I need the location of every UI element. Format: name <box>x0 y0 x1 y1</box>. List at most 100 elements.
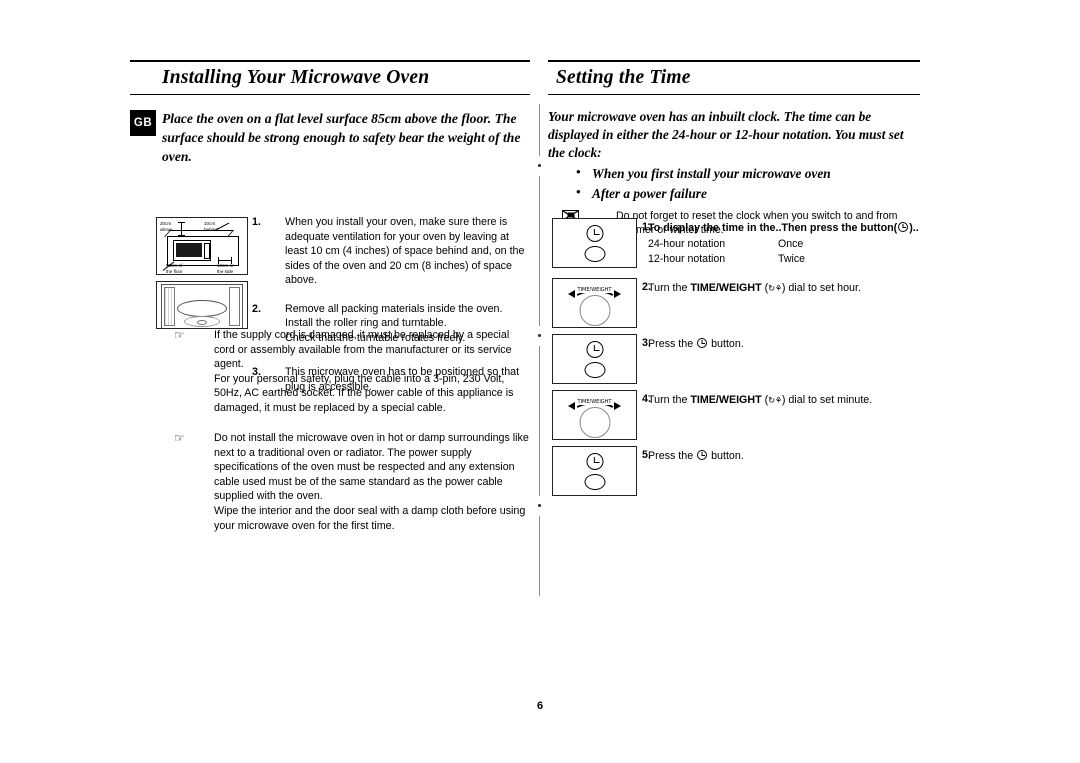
turntable-hub <box>197 320 207 325</box>
clock-button-panel-art <box>552 334 637 384</box>
install-step-2-line1: Remove all packing materials inside the … <box>285 302 503 315</box>
time-step-2-text-c: ) dial to set hour. <box>781 282 861 294</box>
oven-door-window <box>176 243 202 257</box>
time-step-5-number: 5. <box>642 449 651 461</box>
manual-page: Installing Your Microwave Oven GB Place … <box>0 0 1080 763</box>
time-step-4-number: 4. <box>642 393 651 405</box>
time-step-4-text-c: ) dial to set minute. <box>781 394 873 406</box>
time-step-2-number: 2. <box>642 281 651 293</box>
time-step-1-text: To display the time in the..Then press t… <box>648 218 920 267</box>
clearance-diagram: 20cm above 10cm behind 85cm of the floor… <box>156 217 248 275</box>
tick-side-right <box>231 257 232 264</box>
installation-note-2-line1: Do not install the microwave oven in hot… <box>214 432 529 503</box>
bullet-first-install: When you first install your microwave ov… <box>548 163 920 183</box>
time-step-1-heading-b: Then press the button( <box>781 222 898 234</box>
time-step-1-heading-c: ).. <box>909 222 919 234</box>
section-rule-bottom-right <box>548 94 920 95</box>
dial-label: TIME/WEIGHT <box>576 399 613 405</box>
tick-above-bottom <box>178 235 185 236</box>
divider-dot <box>538 334 542 338</box>
notation-table: 24-hour notation Once 12-hour notation T… <box>648 237 920 267</box>
time-weight-dial-art: TIME/WEIGHT <box>552 390 637 440</box>
right-lead-text: Your microwave oven has an inbuilt clock… <box>548 109 904 161</box>
locale-badge-gb: GB <box>130 110 156 136</box>
tick-side-left <box>218 257 219 264</box>
time-weight-label: TIME/WEIGHT <box>690 282 762 294</box>
setting-time-steps: 1. To display the time in the..Then pres… <box>548 218 920 502</box>
time-step-3-text-c: button. <box>708 338 744 350</box>
time-step-4-text: Turn the TIME/WEIGHT (↻⚘) dial to set mi… <box>648 390 920 408</box>
turntable-plate <box>177 300 227 317</box>
time-step-1: 1. To display the time in the..Then pres… <box>548 218 920 274</box>
right-column: Setting the Time Your microwave oven has… <box>548 60 920 496</box>
time-step-3-text: Press the button. <box>648 334 920 352</box>
install-step-1-text: When you install your oven, make sure th… <box>285 216 525 287</box>
installation-note-2-line2: Wipe the interior and the door seal with… <box>214 505 526 532</box>
tick-above-top <box>178 222 185 223</box>
divider-segment <box>539 176 540 326</box>
time-step-4-text-a: Turn the <box>648 394 691 406</box>
time-weight-symbol-icon: ↻⚘ <box>768 396 782 406</box>
oven-cavity <box>161 284 243 328</box>
notation-row-12h: 12-hour notation Twice <box>648 252 920 267</box>
arrow-left-icon <box>568 290 575 298</box>
time-step-2-text-a: Turn the <box>648 282 691 294</box>
arrow-right-icon <box>614 402 621 410</box>
oven-control-panel <box>204 243 210 259</box>
install-step-1: 1. When you install your oven, make sure… <box>252 215 530 288</box>
clock-button-panel-art <box>552 446 637 496</box>
time-step-3-number: 3. <box>642 337 651 349</box>
install-step-2-number: 2. <box>252 302 261 315</box>
blank-button-icon <box>584 474 605 490</box>
pointing-hand-icon: ☞ <box>174 431 185 446</box>
divider-dot <box>538 504 542 508</box>
bullet-power-failure: After a power failure <box>548 182 920 203</box>
arrow-above-clearance <box>181 223 182 235</box>
left-section-title: Installing Your Microwave Oven <box>162 67 430 88</box>
clock-icon <box>697 338 708 348</box>
installation-notes: ☞ If the supply cord is damaged, it must… <box>156 328 530 549</box>
time-step-2-text: Turn the TIME/WEIGHT (↻⚘) dial to set ho… <box>648 278 920 296</box>
blank-button-icon <box>584 362 605 378</box>
clock-button-panel-art <box>552 218 637 268</box>
installation-note-1-line1: If the supply cord is damaged, it must b… <box>214 329 512 371</box>
time-step-5-text-a: Press the <box>648 450 697 462</box>
time-weight-dial-art: TIME/WEIGHT <box>552 278 637 328</box>
left-column: Installing Your Microwave Oven GB Place … <box>130 60 530 532</box>
notation-12h-label: 12-hour notation <box>648 253 726 266</box>
notation-24h-label: 24-hour notation <box>648 238 726 251</box>
time-step-3: 3. Press the button. <box>548 334 920 386</box>
column-divider <box>538 104 542 596</box>
notation-12h-presses: Twice <box>778 253 806 266</box>
arrow-side-clearance <box>219 260 231 261</box>
time-weight-symbol-icon: ↻⚘ <box>768 284 782 294</box>
divider-segment <box>539 516 540 596</box>
time-step-2: TIME/WEIGHT 2. Turn the TIME/WEIGHT (↻⚘)… <box>548 278 920 330</box>
clock-icon <box>898 222 909 232</box>
installation-illustrations: 20cm above 10cm behind 85cm of the floor… <box>156 217 248 329</box>
right-section-title: Setting the Time <box>556 67 691 88</box>
microwave-oven-shape <box>173 240 211 261</box>
dim-label-above-line1: 20cm <box>160 221 172 226</box>
setting-time-bullets: When you first install your microwave ov… <box>548 163 920 203</box>
clock-icon <box>586 341 603 358</box>
cavity-right-wall <box>229 287 240 326</box>
cavity-left-wall <box>164 287 175 326</box>
page-number: 6 <box>536 700 544 712</box>
time-step-5-text-c: button. <box>708 450 744 462</box>
time-step-3-text-a: Press the <box>648 338 697 350</box>
installation-note-2: ☞ Do not install the microwave oven in h… <box>156 431 530 533</box>
arrow-right-icon <box>614 290 621 298</box>
time-step-1-number: 1. <box>642 221 651 233</box>
time-step-4: TIME/WEIGHT 4. Turn the TIME/WEIGHT (↻⚘)… <box>548 390 920 442</box>
installation-note-1: ☞ If the supply cord is damaged, it must… <box>156 328 530 415</box>
divider-segment <box>539 346 540 496</box>
divider-dot <box>538 164 542 168</box>
installation-note-1-line2: For your personal safety, plug the cable… <box>214 372 514 414</box>
dial-label: TIME/WEIGHT <box>576 287 613 293</box>
dial-knob-icon <box>579 407 610 438</box>
time-step-1-heading-a: To display the time in the.. <box>648 222 782 234</box>
dim-label-floor-line2: the floor <box>166 269 183 274</box>
install-step-1-number: 1. <box>252 216 261 228</box>
dim-label-side-line2: the side <box>217 269 234 274</box>
